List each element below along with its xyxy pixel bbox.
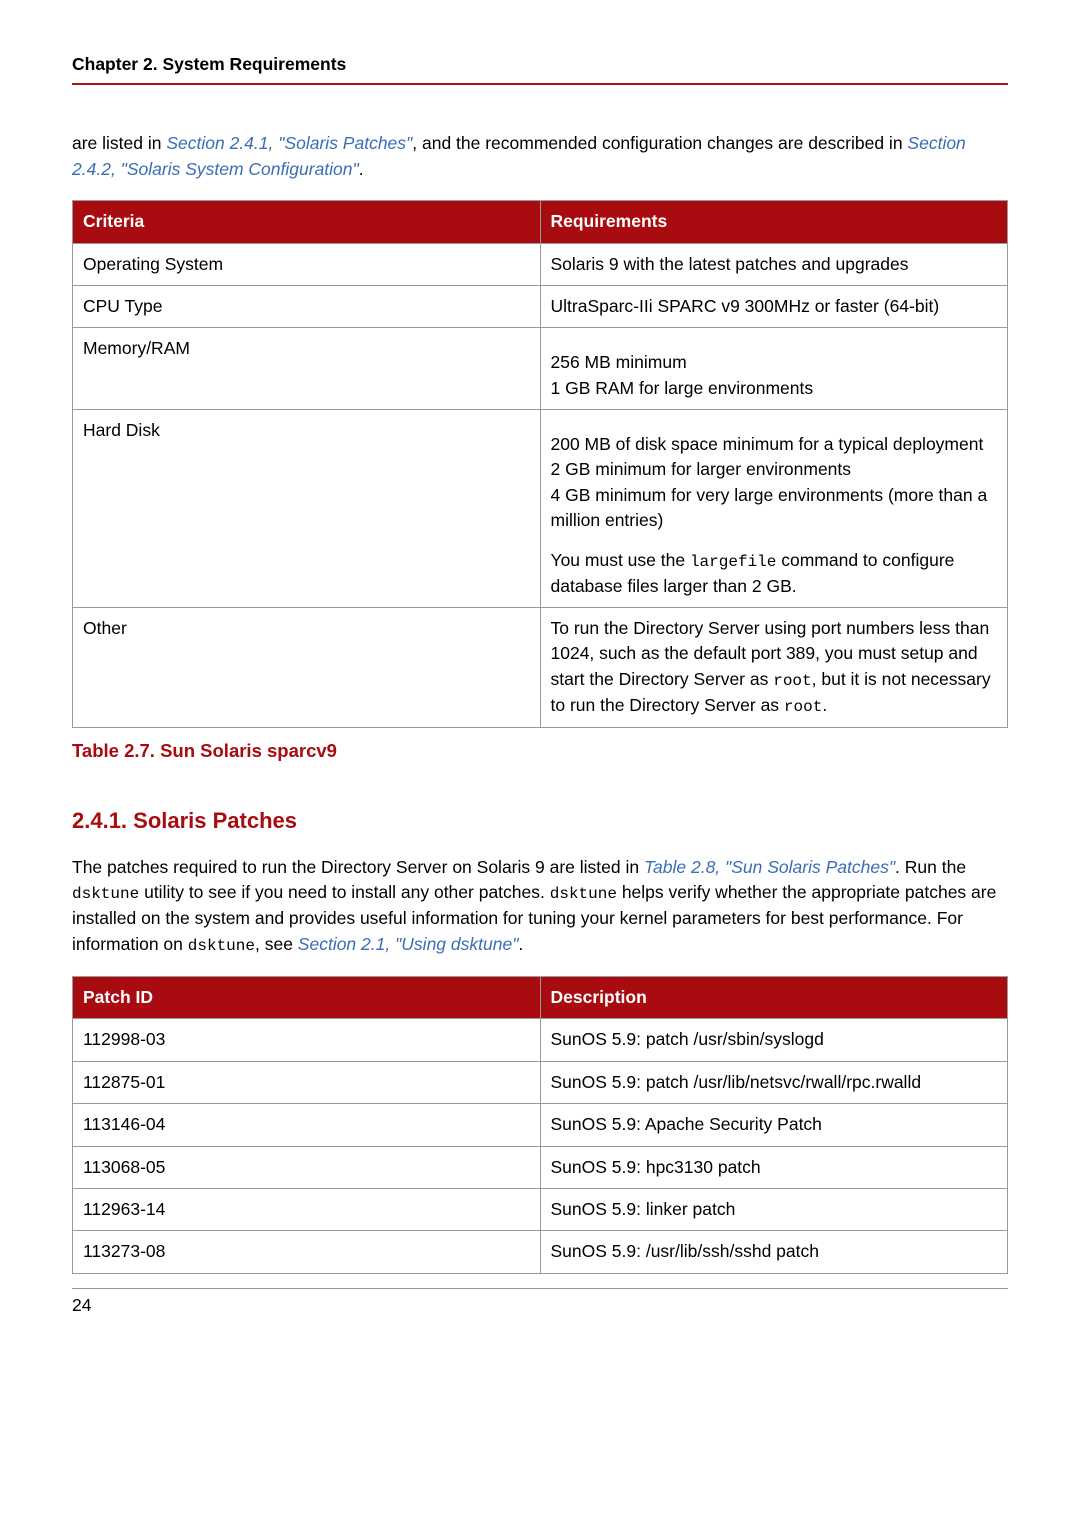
intro-text-pre: are listed in (72, 133, 166, 153)
table-caption-2-7: Table 2.7. Sun Solaris sparcv9 (72, 738, 1008, 765)
table-row: Memory/RAM 256 MB minimum 1 GB RAM for l… (73, 328, 1008, 410)
table-patch-id: Patch ID Description 112998-03 SunOS 5.9… (72, 976, 1008, 1274)
table-row: 112875-01 SunOS 5.9: patch /usr/lib/nets… (73, 1061, 1008, 1103)
cell-patch-id: 112875-01 (73, 1061, 541, 1103)
link-using-dsktune[interactable]: Section 2.1, "Using dsktune" (298, 934, 519, 954)
cell-requirement: Solaris 9 with the latest patches and up… (540, 243, 1008, 285)
col-requirements: Requirements (540, 201, 1008, 243)
code-dsktune-3: dsktune (188, 937, 255, 955)
sp-post: . (518, 934, 523, 954)
col-description: Description (540, 977, 1008, 1019)
table-row: 113146-04 SunOS 5.9: Apache Security Pat… (73, 1104, 1008, 1146)
cell-patch-id: 113146-04 (73, 1104, 541, 1146)
cell-criteria: Operating System (73, 243, 541, 285)
mem-line-2: 1 GB RAM for large environments (551, 376, 998, 401)
table-row: Other To run the Directory Server using … (73, 608, 1008, 728)
table-row: CPU Type UltraSparc-IIi SPARC v9 300MHz … (73, 285, 1008, 327)
section-paragraph: The patches required to run the Director… (72, 855, 1008, 958)
table-row: Operating System Solaris 9 with the late… (73, 243, 1008, 285)
table-row: 113068-05 SunOS 5.9: hpc3130 patch (73, 1146, 1008, 1188)
other-text-3: . (822, 695, 827, 715)
cell-description: SunOS 5.9: patch /usr/lib/netsvc/rwall/r… (540, 1061, 1008, 1103)
table-row: 113273-08 SunOS 5.9: /usr/lib/ssh/sshd p… (73, 1231, 1008, 1273)
page-footer: 24 (72, 1288, 1008, 1318)
cell-description: SunOS 5.9: Apache Security Patch (540, 1104, 1008, 1146)
code-largefile: largefile (690, 553, 776, 571)
code-dsktune-2: dsktune (550, 885, 617, 903)
cell-description: SunOS 5.9: /usr/lib/ssh/sshd patch (540, 1231, 1008, 1273)
disk-line-4a: You must use the (551, 550, 690, 570)
cell-patch-id: 113068-05 (73, 1146, 541, 1188)
cell-patch-id: 112963-14 (73, 1188, 541, 1230)
disk-line-3: 4 GB minimum for very large environments… (551, 483, 998, 534)
chapter-title: Chapter 2. System Requirements (72, 54, 346, 74)
table-criteria-requirements: Criteria Requirements Operating System S… (72, 200, 1008, 728)
link-table-2-8[interactable]: Table 2.8, "Sun Solaris Patches" (644, 857, 895, 877)
cell-description: SunOS 5.9: patch /usr/sbin/syslogd (540, 1019, 1008, 1061)
cell-patch-id: 112998-03 (73, 1019, 541, 1061)
intro-text-mid: , and the recommended configuration chan… (412, 133, 907, 153)
disk-line-1: 200 MB of disk space minimum for a typic… (551, 432, 998, 457)
cell-description: SunOS 5.9: linker patch (540, 1188, 1008, 1230)
table-header-row: Patch ID Description (73, 977, 1008, 1019)
code-root-2: root (784, 698, 822, 716)
cell-criteria: Hard Disk (73, 410, 541, 608)
col-patch-id: Patch ID (73, 977, 541, 1019)
sp-mid4: , see (255, 934, 298, 954)
section-heading-solaris-patches: 2.4.1. Solaris Patches (72, 805, 1008, 837)
sp-mid1: . Run the (895, 857, 966, 877)
mem-line-1: 256 MB minimum (551, 350, 998, 375)
chapter-header: Chapter 2. System Requirements (72, 52, 1008, 85)
sp-pre: The patches required to run the Director… (72, 857, 644, 877)
code-dsktune-1: dsktune (72, 885, 139, 903)
col-criteria: Criteria (73, 201, 541, 243)
cell-criteria: Memory/RAM (73, 328, 541, 410)
disk-line-2: 2 GB minimum for larger environments (551, 457, 998, 482)
cell-requirement: UltraSparc-IIi SPARC v9 300MHz or faster… (540, 285, 1008, 327)
cell-description: SunOS 5.9: hpc3130 patch (540, 1146, 1008, 1188)
sp-mid2: utility to see if you need to install an… (139, 882, 550, 902)
table-row: 112963-14 SunOS 5.9: linker patch (73, 1188, 1008, 1230)
cell-patch-id: 113273-08 (73, 1231, 541, 1273)
page-number: 24 (72, 1295, 91, 1315)
intro-text-post: . (359, 159, 364, 179)
link-solaris-patches[interactable]: Section 2.4.1, "Solaris Patches" (166, 133, 412, 153)
table-row: Hard Disk 200 MB of disk space minimum f… (73, 410, 1008, 608)
table-header-row: Criteria Requirements (73, 201, 1008, 243)
cell-criteria: Other (73, 608, 541, 728)
cell-requirement: To run the Directory Server using port n… (540, 608, 1008, 728)
cell-requirement: 256 MB minimum 1 GB RAM for large enviro… (540, 328, 1008, 410)
code-root-1: root (773, 672, 811, 690)
table-row: 112998-03 SunOS 5.9: patch /usr/sbin/sys… (73, 1019, 1008, 1061)
intro-paragraph: are listed in Section 2.4.1, "Solaris Pa… (72, 131, 1008, 182)
cell-requirement: 200 MB of disk space minimum for a typic… (540, 410, 1008, 608)
cell-criteria: CPU Type (73, 285, 541, 327)
